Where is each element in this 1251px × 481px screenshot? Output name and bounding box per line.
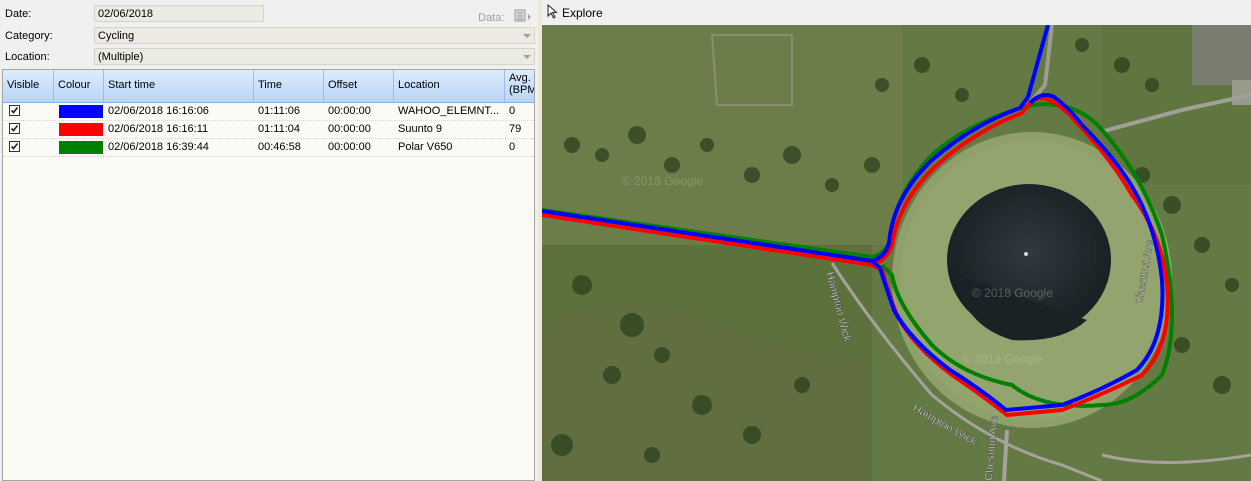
colour-swatch[interactable] (59, 141, 103, 154)
category-value: Cycling (98, 30, 135, 42)
chevron-down-icon[interactable] (523, 34, 531, 38)
avg-bpm-cell: 0 (509, 105, 516, 117)
offset-cell: 00:00:00 (328, 123, 371, 135)
date-label: Date: (5, 8, 32, 20)
date-field[interactable]: 02/06/2018 (94, 5, 264, 22)
table-row[interactable]: 02/06/2018 16:39:44 00:46:58 00:00:00 Po… (3, 139, 534, 157)
table-row[interactable]: 02/06/2018 16:16:06 01:11:06 00:00:00 WA… (3, 103, 534, 121)
column-header-visible[interactable]: Visible (3, 70, 54, 102)
offset-cell: 00:00:00 (328, 141, 371, 153)
start-time-cell: 02/06/2018 16:16:06 (108, 105, 209, 117)
avg-bpm-cell: 0 (509, 141, 516, 153)
satellite-map: © 2018 Google © 2018 Google © 2018 Googl… (542, 25, 1251, 481)
category-select[interactable]: Cycling (94, 27, 535, 44)
category-label: Category: (5, 30, 53, 42)
time-cell: 00:46:58 (258, 141, 301, 153)
map-toolbar: Explore (542, 0, 1251, 25)
data-file-icon[interactable] (514, 9, 526, 22)
map-watermark: © 2018 Google (972, 286, 1053, 300)
location-cell: WAHOO_ELEMNT... (398, 105, 500, 117)
activity-panel: Date: 02/06/2018 Data: Category: Cycling… (0, 0, 538, 481)
data-label: Data: (478, 12, 505, 24)
time-cell: 01:11:04 (258, 123, 301, 135)
cursor-arrow-icon[interactable] (547, 3, 559, 22)
column-header-offset[interactable]: Offset (324, 70, 394, 102)
explore-label[interactable]: Explore (562, 6, 603, 20)
location-row: Location: (Multiple) (0, 47, 538, 67)
location-cell: Polar V650 (398, 141, 453, 153)
grid-header: Visible Colour Start time Time Offset Lo… (3, 70, 534, 103)
chevron-down-icon[interactable] (523, 55, 531, 59)
visible-checkbox[interactable] (9, 123, 20, 134)
location-select[interactable]: (Multiple) (94, 48, 535, 65)
visible-checkbox[interactable] (9, 105, 20, 116)
avg-bpm-cell: 79 (509, 123, 522, 135)
start-time-cell: 02/06/2018 16:16:11 (108, 123, 209, 135)
category-row: Category: Cycling (0, 26, 538, 46)
column-header-location[interactable]: Location (394, 70, 505, 102)
column-header-start-time[interactable]: Start time (104, 70, 254, 102)
time-cell: 01:11:06 (258, 105, 301, 117)
column-header-colour[interactable]: Colour (54, 70, 104, 102)
table-row[interactable]: 02/06/2018 16:16:11 01:11:04 00:00:00 Su… (3, 121, 534, 139)
map-view[interactable]: © 2018 Google © 2018 Google © 2018 Googl… (542, 25, 1251, 481)
location-label: Location: (5, 51, 50, 63)
map-watermark: © 2018 Google (962, 352, 1043, 366)
map-watermark: © 2018 Google (622, 174, 703, 188)
location-cell: Suunto 9 (398, 123, 443, 135)
visible-checkbox[interactable] (9, 141, 20, 152)
start-time-cell: 02/06/2018 16:39:44 (108, 141, 209, 153)
colour-swatch[interactable] (59, 123, 103, 136)
chevron-right-icon[interactable] (528, 14, 531, 20)
column-header-avg-bpm[interactable]: Avg. (BPM (505, 70, 534, 102)
offset-cell: 00:00:00 (328, 105, 371, 117)
location-value: (Multiple) (98, 51, 144, 63)
colour-swatch[interactable] (59, 105, 103, 118)
tracks-grid: Visible Colour Start time Time Offset Lo… (2, 69, 535, 481)
date-row: Date: 02/06/2018 Data: (0, 4, 538, 24)
column-header-time[interactable]: Time (254, 70, 324, 102)
